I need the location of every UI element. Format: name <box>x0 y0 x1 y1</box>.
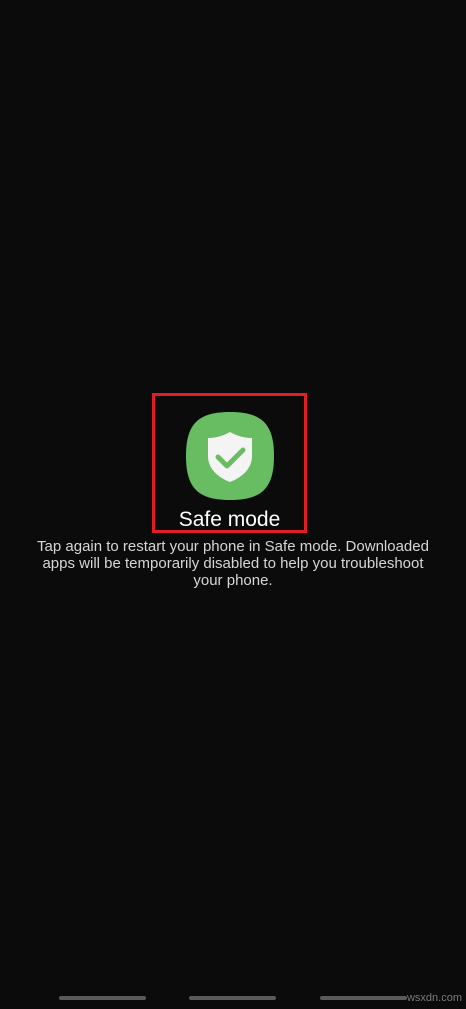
safe-mode-button[interactable]: Safe mode <box>152 393 307 533</box>
safe-mode-icon-container <box>184 410 276 502</box>
shield-check-icon <box>185 412 274 500</box>
home-handle[interactable] <box>189 996 276 1000</box>
recent-apps-handle[interactable] <box>59 996 146 1000</box>
watermark: wsxdn.com <box>406 992 462 1004</box>
back-handle[interactable] <box>320 996 407 1000</box>
navigation-bar <box>0 996 466 1002</box>
safe-mode-description: Tap again to restart your phone in Safe … <box>37 538 429 589</box>
safe-mode-label: Safe mode <box>178 508 281 531</box>
